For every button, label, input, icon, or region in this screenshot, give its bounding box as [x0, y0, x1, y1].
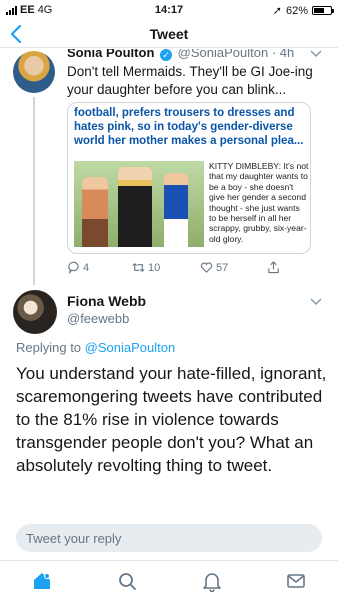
author-handle[interactable]: @feewebb [67, 311, 129, 326]
reply-input[interactable] [26, 524, 312, 552]
tweet-author[interactable]: Sonia Poulton ✓ @SoniaPoulton · 4h [67, 49, 294, 61]
photo-figure [118, 167, 152, 247]
tab-bar [0, 560, 338, 600]
reply-box[interactable] [16, 524, 322, 552]
photo-figure [82, 177, 108, 247]
link-preview-card[interactable]: football, prefers trousers to dresses an… [67, 102, 311, 254]
focused-tweet: Fiona Webb @feewebb Replying to @SoniaPo… [0, 285, 338, 517]
page-title: Tweet [149, 26, 189, 42]
reply-icon [68, 261, 79, 274]
replying-to: Replying to @SoniaPoulton [16, 340, 175, 355]
location-arrow-icon: ➚ [272, 5, 282, 17]
author-name[interactable]: Fiona Webb [67, 293, 146, 309]
author-name: Sonia Poulton [67, 49, 155, 60]
retweet-icon [132, 262, 145, 273]
article-caption: KITTY DIMBLEBY: It's not that my daughte… [209, 161, 309, 244]
retweet-count: 10 [148, 261, 161, 274]
avatar[interactable] [13, 51, 55, 93]
tweet-text: Don't tell Mermaids. They'll be GI Joe-i… [67, 64, 313, 97]
avatar[interactable] [13, 290, 57, 334]
tweet-actions: 4 10 57 [67, 261, 307, 277]
like-count: 57 [216, 261, 229, 274]
replying-prefix: Replying to [16, 340, 85, 355]
mail-icon[interactable] [285, 570, 307, 592]
replying-to-link[interactable]: @SoniaPoulton [85, 340, 176, 355]
reply-count: 4 [83, 261, 90, 274]
retweet-button[interactable]: 10 [132, 261, 160, 274]
verified-badge-icon: ✓ [160, 49, 173, 61]
battery-percent: 62% [285, 4, 308, 17]
share-icon [268, 261, 279, 274]
chevron-down-icon[interactable] [310, 297, 322, 309]
battery-info: ➚ 62% [272, 4, 334, 17]
tweet-age: · 4h [271, 49, 295, 60]
thread-connector [33, 97, 35, 285]
article-headline: football, prefers trousers to dresses an… [74, 107, 304, 147]
heart-icon [200, 262, 213, 273]
chevron-down-icon[interactable] [310, 49, 322, 61]
like-button[interactable]: 57 [200, 261, 228, 274]
share-button[interactable] [267, 261, 280, 274]
photo-figure [164, 173, 188, 247]
home-icon[interactable] [31, 570, 53, 592]
battery-icon [312, 6, 334, 15]
author-handle: @SoniaPoulton [177, 49, 269, 60]
nav-bar: Tweet [0, 20, 338, 48]
article-photo [74, 161, 204, 247]
tweet-text: You understand your hate-filled, ignoran… [16, 364, 327, 475]
search-icon[interactable] [116, 570, 138, 592]
parent-tweet[interactable]: Sonia Poulton ✓ @SoniaPoulton · 4h Don't… [0, 49, 338, 285]
reply-button[interactable]: 4 [67, 261, 89, 274]
bell-icon[interactable] [201, 570, 223, 593]
status-bar: EE 4G 14:17 ➚ 62% [0, 0, 338, 20]
